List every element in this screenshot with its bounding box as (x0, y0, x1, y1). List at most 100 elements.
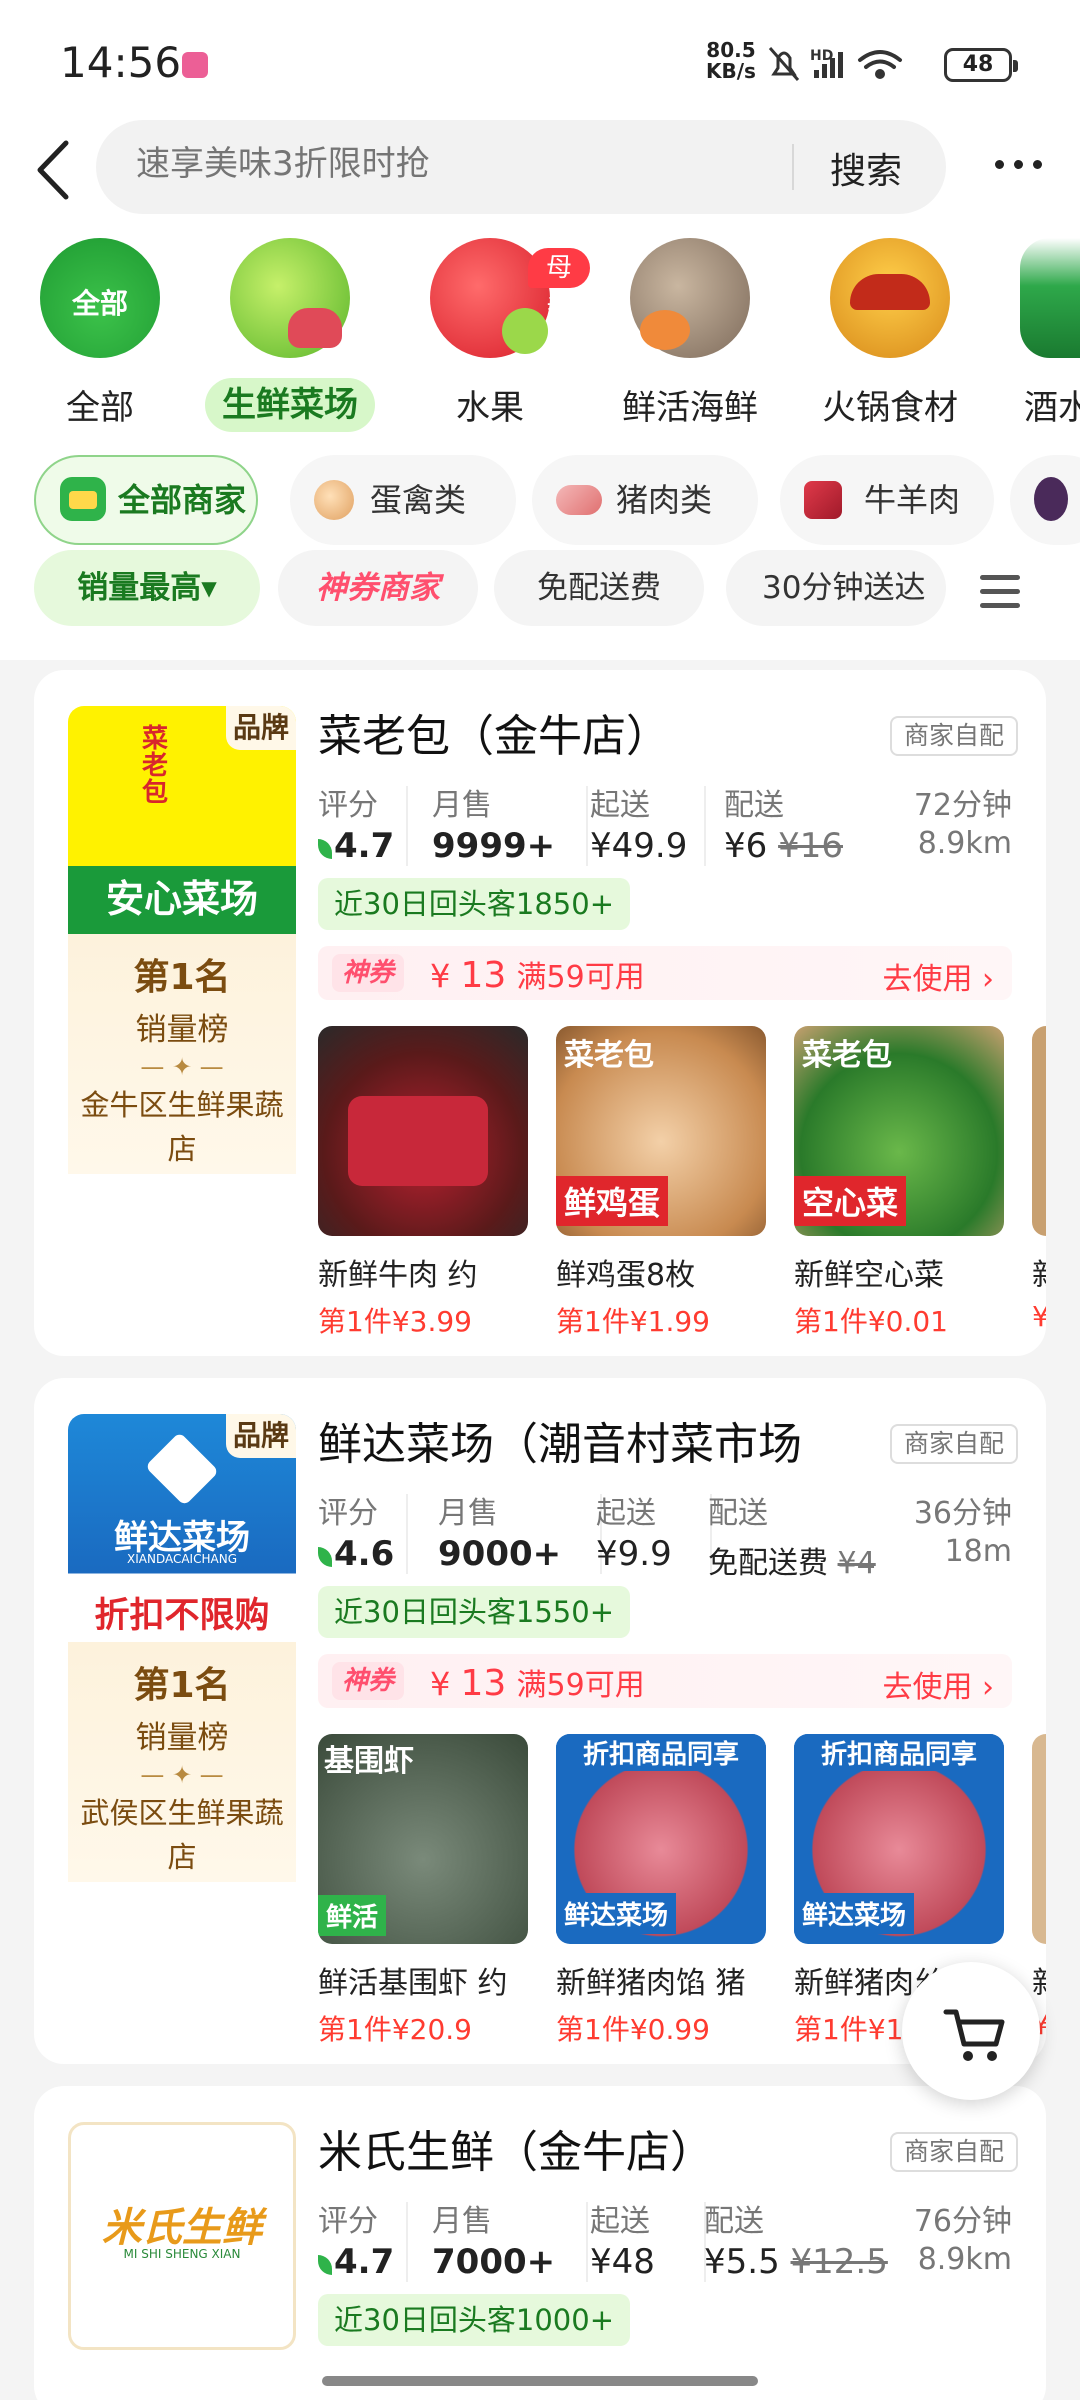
coupon-value: 13 (460, 1663, 507, 1704)
filter-menu-icon[interactable] (980, 575, 1020, 609)
pork-icon (556, 485, 602, 515)
rank-area: 金牛区生鲜果蔬店 (80, 1088, 284, 1166)
coupon-bar[interactable]: 神券 ¥ 13 满59可用 去使用 › (318, 946, 1012, 1000)
min-order-value: ¥48 (590, 2242, 655, 2282)
search-input[interactable] (136, 144, 776, 184)
product-image-top-text: 折扣商品同享 (556, 1734, 766, 1771)
status-bar: 14:56 80.5 KB/s HD 48 (0, 0, 1080, 120)
drink-icon (1020, 238, 1080, 358)
product-image-top-text: 基围虾 (324, 1744, 414, 1779)
chip-pork[interactable]: 猪肉类 (532, 455, 758, 545)
brand-tag: 品牌 (226, 706, 296, 750)
coupon-bar[interactable]: 神券 ¥ 13 满59可用 去使用 › (318, 1654, 1012, 1708)
product-item[interactable]: 新鲜牛肉 约 第1件¥3.99 (318, 1026, 532, 1340)
stat-divider (586, 2202, 588, 2282)
category-hotpot[interactable]: 火锅食材 (790, 238, 990, 438)
product-image (318, 1026, 528, 1236)
store-name[interactable]: 菜老包（金牛店） (318, 700, 670, 764)
category-fresh-market[interactable]: 生鲜菜场 (190, 238, 390, 438)
product-image: 菜老包 空心菜 (794, 1026, 1004, 1236)
chip-beef-lamb[interactable]: 牛羊肉 (780, 455, 994, 545)
sales-label: 月售 (438, 1496, 498, 1531)
product-price: 第1件¥1.99 (556, 1305, 710, 1338)
min-order-label: 起送 (590, 788, 650, 823)
rank-subtitle: 销量榜 (135, 1720, 229, 1756)
logo-banner: 折扣不限购 (94, 1596, 270, 1636)
delivery-fee-original: ¥16 (778, 826, 843, 866)
leaf-icon (318, 839, 332, 859)
coupon-use-link[interactable]: 去使用 › (882, 954, 994, 998)
delivery-fee: 免配送费 ¥4 (708, 1538, 876, 1582)
score-label: 评分 (318, 2204, 378, 2239)
back-arrow-icon[interactable] (26, 135, 86, 205)
product-item[interactable]: 菜老包 空心菜 新鲜空心菜 第1件¥0.01 (794, 1026, 1008, 1340)
rank-subtitle: 销量榜 (135, 1012, 229, 1048)
chip-more[interactable] (1010, 455, 1080, 545)
sales-value: 7000+ (432, 2242, 556, 2282)
store-logo-column: 米氏生鲜 MI SHI SHENG XIAN (68, 2122, 296, 2350)
sales-rank-box: 第1名 销量榜 — ✦ — 金牛区生鲜果蔬店 (68, 934, 296, 1174)
chip-eggs-poultry[interactable]: 蛋禽类 (290, 455, 516, 545)
coupon-use-link[interactable]: 去使用 › (882, 1662, 994, 1706)
search-divider (792, 144, 794, 190)
score-label: 评分 (318, 1496, 378, 1531)
vegetable-icon (230, 238, 350, 358)
store-name[interactable]: 鲜达菜场（潮音村菜市场 (318, 1408, 802, 1472)
store-name[interactable]: 米氏生鲜（金牛店） (318, 2116, 714, 2180)
battery-indicator: 48 (944, 48, 1018, 82)
logo-subtext: XIANDACAICHANG (127, 1552, 237, 1566)
filter-free-delivery[interactable]: 免配送费 (494, 550, 704, 626)
sales-rank-box: 第1名 销量榜 — ✦ — 武侯区生鲜果蔬店 (68, 1642, 296, 1882)
rank-title: 第1名 (133, 1665, 231, 1706)
product-image-label: 鲜达菜场 (794, 1893, 915, 1934)
cart-button[interactable] (902, 1962, 1040, 2100)
product-image (1032, 1026, 1046, 1236)
product-name: 鲜活基围虾 约 (318, 1966, 508, 2001)
sales-value: 9999+ (432, 826, 556, 866)
category-all[interactable]: 全部 全部 (0, 238, 200, 438)
wifi-icon (858, 50, 902, 79)
product-item[interactable]: 基围虾 鲜活 鲜活基围虾 约 第1件¥20.9 (318, 1734, 532, 2048)
store-card[interactable]: 米氏生鲜 MI SHI SHENG XIAN 米氏生鲜（金牛店） 商家自配 评分… (34, 2086, 1046, 2400)
score-number: 4.6 (334, 1534, 395, 1574)
coupon-value: 13 (460, 955, 507, 996)
store-card[interactable]: 鲜达菜场 XIANDACAICHANG 折扣不限购 品牌 第1名 销量榜 — ✦… (34, 1378, 1046, 2064)
chip-label: 全部商家 (118, 481, 247, 519)
score-value: 4.7 (318, 826, 394, 866)
search-bar[interactable]: 搜索 (96, 120, 946, 214)
product-name: 新 (1032, 1250, 1046, 1294)
search-button[interactable]: 搜索 (830, 142, 902, 194)
filter-top-sales[interactable]: 销量最高▾ (34, 550, 260, 626)
product-item[interactable]: 菜老包 鲜鸡蛋 鲜鸡蛋8枚 第1件¥1.99 (556, 1026, 770, 1340)
store-card[interactable]: 菜老包 安心菜场 品牌 第1名 销量榜 — ✦ — 金牛区生鲜果蔬店 菜老包（金… (34, 670, 1046, 1356)
network-speed: 80.5 KB/s (706, 40, 756, 82)
category-label: 火锅食材 (822, 388, 958, 428)
category-seafood[interactable]: 鲜活海鲜 (590, 238, 790, 438)
category-drinks[interactable]: 酒水 (980, 238, 1080, 438)
product-item[interactable]: 折扣商品同享 鲜达菜场 新鲜猪肉馅 猪 第1件¥0.99 (556, 1734, 770, 2048)
home-indicator[interactable] (322, 2376, 758, 2386)
score-label: 评分 (318, 788, 378, 823)
coupon-tag: 神券 (332, 1662, 405, 1700)
category-row: 全部 全部 生鲜菜场 母亲节 水果 鲜活海鲜 火锅食材 酒水 (0, 238, 1080, 438)
chip-all-merchants[interactable]: 全部商家 (34, 455, 258, 545)
hotpot-icon (830, 238, 950, 358)
product-image: 折扣商品同享 鲜达菜场 (794, 1734, 1004, 1944)
self-delivery-tag: 商家自配 (890, 2132, 1019, 2172)
product-image-label: 鲜达菜场 (556, 1893, 677, 1934)
more-options-icon[interactable] (990, 150, 1050, 180)
coupon-currency: ¥ (430, 1665, 451, 1703)
store-logo: 鲜达菜场 XIANDACAICHANG 折扣不限购 品牌 (68, 1414, 296, 1642)
filter-coupon-merchants[interactable]: 神券商家 (278, 550, 478, 626)
self-delivery-tag: 商家自配 (890, 1424, 1019, 1464)
product-price: 第1件¥3.99 (318, 1305, 472, 1338)
filter-30-min[interactable]: 30分钟送达 (726, 550, 946, 626)
product-name: 鲜鸡蛋8枚 (556, 1258, 696, 1293)
product-item[interactable]: 新 ¥ (1032, 1026, 1046, 1333)
coupon-condition: 满59可用 (516, 1668, 645, 1703)
status-icons: HD (768, 47, 902, 81)
rank-area: 武侯区生鲜果蔬店 (80, 1796, 284, 1874)
category-fruit[interactable]: 母亲节 水果 (390, 238, 590, 438)
product-price: 第1件¥0.99 (556, 2013, 710, 2046)
coupon-amount: ¥ 13 满59可用 (430, 1660, 645, 1704)
